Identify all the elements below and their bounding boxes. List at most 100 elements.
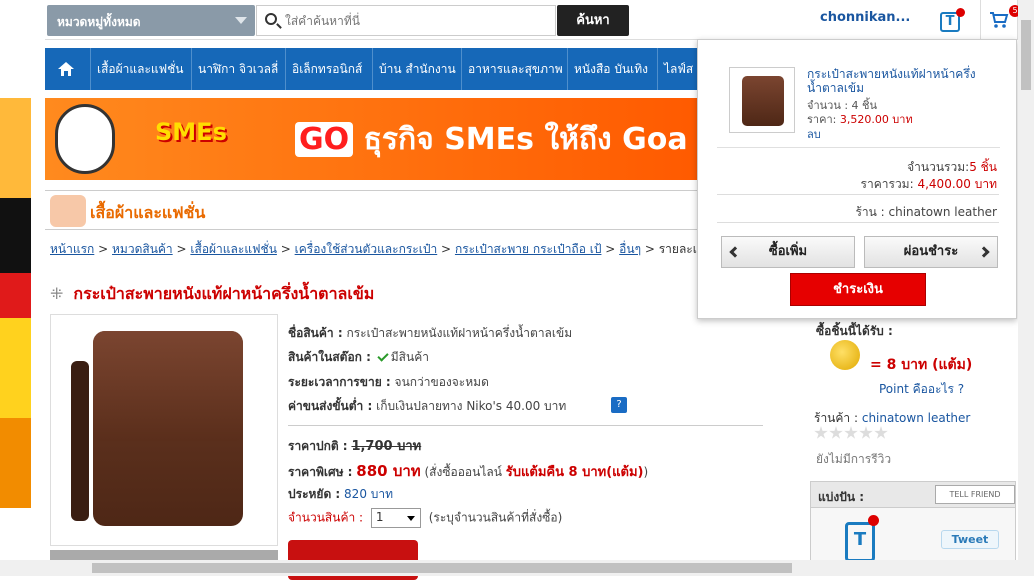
stock-row: สินค้าในสต๊อก : มีสินค้า: [288, 348, 429, 367]
home-icon[interactable]: [57, 60, 75, 78]
installment-button[interactable]: ผ่อนชำระ: [864, 236, 998, 268]
special-note-post: ): [643, 465, 649, 479]
cart-dropdown: กระเป๋าสะพายหนังแท้ฝาหน้าครึ่งน้ำตาลเข้ม…: [697, 39, 1017, 319]
cart-tab[interactable]: 5: [980, 0, 1021, 40]
cart-item: กระเป๋าสะพายหนังแท้ฝาหน้าครึ่งน้ำตาลเข้ม…: [717, 66, 1000, 148]
search-button[interactable]: ค้นหา: [557, 5, 629, 36]
breadcrumb-fashion[interactable]: เสื้อผ้าและแฟชั่น: [190, 242, 277, 256]
rating-stars: [814, 426, 894, 442]
divider: [288, 425, 763, 426]
save-row: ประหยัด : 820 บาท: [288, 485, 393, 504]
cart-total-price-row: ราคารวม: 4,400.00 บาท: [861, 175, 997, 194]
share-header: แบ่งปัน : TELL FRIEND: [811, 482, 1015, 508]
star-icon: [829, 426, 843, 439]
special-price-label: ราคาพิเศษ :: [288, 465, 353, 479]
category-heading-bar: เสื้อผ้าและแฟชั่น: [45, 190, 700, 230]
period-label: ระยะเวลาการขาย :: [288, 375, 391, 389]
cart-shop-row: ร้าน : chinatown leather: [855, 203, 997, 222]
points-panel: ซื้อชิ้นนี้ได้รับ : = 8 บาท (แต้ม) Point…: [810, 316, 1010, 466]
product-image[interactable]: [50, 314, 278, 546]
breadcrumb-bags[interactable]: กระเป๋าสะพาย กระเป๋าถือ เป้: [455, 242, 602, 256]
nav-item-food-health[interactable]: อาหารและสุขภาพ: [461, 48, 563, 90]
ad-block-yellow: [0, 318, 31, 418]
points-info-link[interactable]: Point คืออะไร ?: [879, 380, 964, 399]
banner-logo: SMEs: [155, 118, 227, 146]
fashion-category-icon: [50, 195, 86, 227]
breadcrumb-other[interactable]: อื่นๆ: [619, 242, 641, 256]
cart-total-price-label: ราคารวม:: [860, 177, 914, 191]
chevron-down-icon: [235, 17, 247, 24]
quantity-select[interactable]: 1: [370, 508, 421, 528]
no-review-text: ยังไม่มีการรีวิว: [816, 452, 892, 466]
quantity-row: จำนวนสินค้า : 1 (ระบุจำนวนสินค้าที่สั่งซ…: [288, 508, 562, 528]
period-value: จนกว่าของจะหมด: [394, 375, 489, 389]
star-icon: [844, 426, 858, 439]
search-box[interactable]: [256, 5, 556, 36]
tweet-button[interactable]: Tweet: [941, 530, 999, 549]
username-link[interactable]: chonnikan...: [820, 10, 930, 25]
search-input[interactable]: [285, 11, 545, 31]
tell-friend-button[interactable]: TELL FRIEND: [935, 485, 1015, 504]
breadcrumb-categories[interactable]: หมวดสินค้า: [112, 242, 173, 256]
banner-goal: Goa: [622, 122, 688, 157]
ad-block-dark: [0, 198, 31, 273]
notification-dot: [868, 515, 879, 526]
nav-item-books[interactable]: หนังสือ บันเทิง: [567, 48, 648, 90]
continue-shopping-button[interactable]: ซื้อเพิ่ม: [721, 236, 855, 268]
horizontal-scrollbar[interactable]: [0, 560, 1034, 576]
stock-label: สินค้าในสต๊อก :: [288, 350, 371, 364]
breadcrumb-current: รายละเอียดสินค้า: [658, 242, 700, 256]
cart-total-qty: 5 ชิ้น: [969, 160, 997, 174]
shop-label: ร้านค้า :: [814, 411, 859, 425]
coin-icon: [830, 340, 860, 370]
left-ad-banner[interactable]: [0, 98, 31, 508]
star-icon: [859, 426, 873, 439]
shop-link[interactable]: chinatown leather: [862, 411, 970, 425]
cart-item-thumbnail[interactable]: [729, 67, 795, 133]
breadcrumb-home[interactable]: หน้าแรก: [50, 242, 94, 256]
shipping-value: เก็บเงินปลายทาง Niko's 40.00 บาท: [376, 399, 567, 413]
quantity-label: จำนวนสินค้า :: [288, 510, 364, 525]
special-price-row: ราคาพิเศษ : 880 บาท (สั่งซื้อออนไลน์ รับ…: [288, 459, 648, 483]
product-title-row: ⁜ กระเป๋าสะพายหนังแท้ฝาหน้าครึ่งน้ำตาลเข้…: [50, 282, 374, 307]
ad-block-top: [0, 98, 31, 198]
vertical-scroll-thumb[interactable]: [1021, 20, 1031, 90]
normal-price-row: ราคาปกติ : 1,700 บาท: [288, 435, 421, 456]
name-value: กระเป๋าสะพายหนังแท้ฝาหน้าครึ่งน้ำตาลเข้ม: [346, 326, 573, 340]
ad-block-orange: [0, 418, 31, 508]
name-row: ชื่อสินค้า : กระเป๋าสะพายหนังแท้ฝาหน้าคร…: [288, 324, 572, 343]
breadcrumb-accessories[interactable]: เครื่องใช้ส่วนตัวและกระเป๋า: [295, 242, 438, 256]
nav-item-watch[interactable]: นาฬิกา จิวเวลลี่: [191, 48, 278, 90]
t-logo-icon[interactable]: T: [937, 6, 967, 36]
share-label: แบ่งปัน :: [818, 490, 865, 504]
banner-text: ธุรกิจ SMEs ให้ถึง: [363, 122, 612, 157]
bag-photo: [71, 331, 243, 526]
continue-shopping-label: ซื้อเพิ่ม: [768, 244, 808, 259]
nav-item-home-office[interactable]: บ้าน สำนักงาน: [372, 48, 456, 90]
cart-total-qty-label: จำนวนรวม:: [907, 160, 970, 174]
cart-item-remove-link[interactable]: ลบ: [807, 125, 821, 143]
vertical-scrollbar[interactable]: [1018, 0, 1034, 560]
category-select[interactable]: หมวดหมู่ทั้งหมด: [47, 5, 255, 36]
t-share-icon[interactable]: T: [845, 515, 879, 562]
horizontal-scroll-thumb[interactable]: [92, 563, 792, 573]
product-title: กระเป๋าสะพายหนังแท้ฝาหน้าครึ่งน้ำตาลเข้ม: [73, 284, 375, 303]
name-label: ชื่อสินค้า :: [288, 326, 343, 340]
cart-item-name[interactable]: กระเป๋าสะพายหนังแท้ฝาหน้าครึ่งน้ำตาลเข้ม: [807, 67, 987, 95]
banner-headline: GO ธุรกิจ SMEs ให้ถึง Goa: [295, 116, 688, 163]
star-icon: [814, 426, 828, 439]
notification-dot: [956, 8, 965, 17]
shipping-row: ค่าขนส่งขั้นต่ำ : เก็บเงินปลายทาง Niko's…: [288, 397, 566, 416]
checkout-button[interactable]: ชำระเงิน: [790, 273, 926, 306]
help-icon[interactable]: ?: [611, 397, 627, 413]
cart-total-price: 4,400.00 บาท: [917, 177, 997, 191]
save-label: ประหยัด :: [288, 487, 341, 501]
ad-block-red: [0, 273, 31, 318]
sme-banner[interactable]: SMEs GO ธุรกิจ SMEs ให้ถึง Goa: [45, 98, 700, 180]
nav-item-electronics[interactable]: อิเล็กทรอนิกส์: [285, 48, 362, 90]
cart-item-price: 3,520.00 บาท: [839, 113, 913, 126]
nav-item-lifestyle[interactable]: ไลฟ์ส: [657, 48, 693, 90]
nav-item-fashion[interactable]: เสื้อผ้าและแฟชั่น: [90, 48, 184, 90]
category-heading: เสื้อผ้าและแฟชั่น: [90, 203, 206, 222]
cart-item-price-row: ราคา: 3,520.00 บาท: [807, 110, 913, 128]
